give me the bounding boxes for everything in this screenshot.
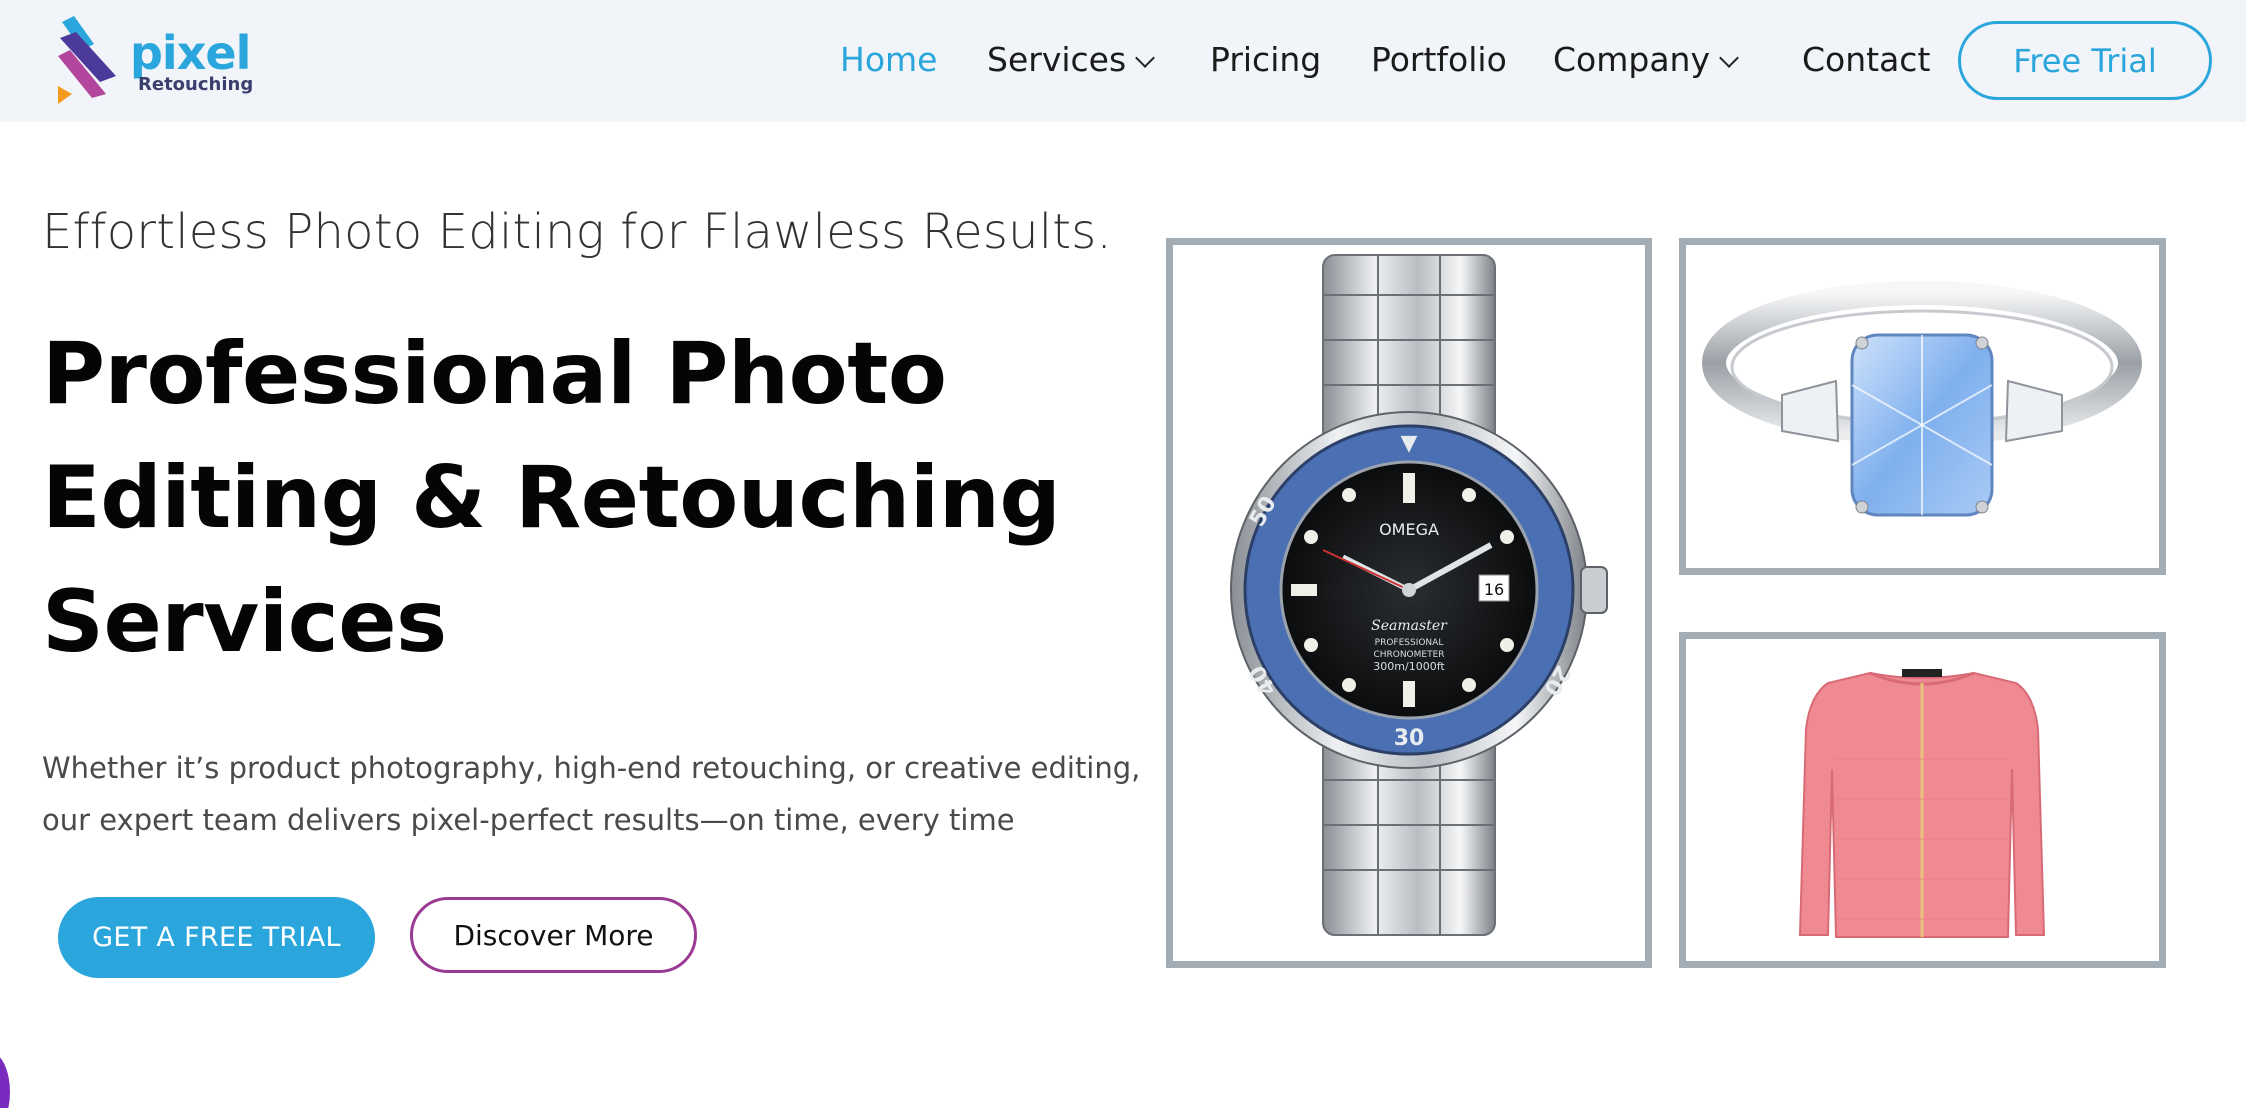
- gallery-ring-frame[interactable]: [1679, 238, 2166, 575]
- svg-text:300m/1000ft: 300m/1000ft: [1373, 660, 1445, 673]
- site-header: pixel Retouching Home Services Pricing P…: [0, 0, 2246, 122]
- svg-text:CHRONOMETER: CHRONOMETER: [1373, 650, 1444, 660]
- logo-wordmark: pixel: [130, 26, 251, 80]
- svg-text:▼: ▼: [1401, 431, 1418, 456]
- logo-mark-icon: [58, 16, 116, 104]
- headline-line-1: Professional Photo: [42, 324, 947, 424]
- nav-company-label: Company: [1553, 40, 1710, 79]
- nav-services[interactable]: Services: [987, 38, 1156, 82]
- description-line-2: our expert team delivers pixel-perfect r…: [42, 803, 1015, 837]
- hero-description: Whether it’s product photography, high-e…: [42, 742, 1142, 846]
- svg-text:30: 30: [1394, 726, 1425, 751]
- logo-subtitle: Retouching: [138, 74, 254, 95]
- headline-line-2: Editing & Retouching: [42, 448, 1061, 548]
- chevron-down-icon: [1719, 48, 1739, 68]
- chevron-down-icon: [1135, 48, 1156, 68]
- svg-text:Seamaster: Seamaster: [1371, 618, 1448, 634]
- nav-pricing[interactable]: Pricing: [1210, 38, 1321, 82]
- gallery-watch-frame[interactable]: ▼ 30 50 40 20 16 OMEGA Seamaster PROFESS…: [1166, 238, 1652, 968]
- nav-portfolio[interactable]: Portfolio: [1371, 38, 1507, 82]
- get-free-trial-button[interactable]: GET A FREE TRIAL: [58, 897, 375, 978]
- nav-home[interactable]: Home: [840, 38, 937, 82]
- description-line-1: Whether it’s product photography, high-e…: [42, 751, 1141, 785]
- svg-text:PROFESSIONAL: PROFESSIONAL: [1375, 638, 1444, 648]
- nav-services-label: Services: [987, 40, 1127, 79]
- hero-tagline: Effortless Photo Editing for Flawless Re…: [42, 204, 1112, 260]
- brand-logo[interactable]: pixel Retouching: [56, 16, 256, 106]
- svg-text:16: 16: [1484, 580, 1504, 599]
- headline-line-3: Services: [42, 572, 447, 672]
- nav-company[interactable]: Company: [1553, 38, 1739, 82]
- svg-text:OMEGA: OMEGA: [1379, 520, 1439, 539]
- free-trial-button[interactable]: Free Trial: [1958, 21, 2212, 100]
- chat-widget-edge[interactable]: [0, 1052, 10, 1108]
- watch-product-image: ▼ 30 50 40 20 16 OMEGA Seamaster PROFESS…: [1230, 254, 1608, 936]
- hero-headline: Professional Photo Editing & Retouching …: [42, 312, 1102, 684]
- ring-product-image: [1702, 281, 2142, 517]
- gallery-sweater-frame[interactable]: [1679, 632, 2166, 968]
- nav-contact[interactable]: Contact: [1802, 38, 1930, 82]
- discover-more-button[interactable]: Discover More: [410, 897, 697, 973]
- sweater-product-image: [1798, 669, 2046, 938]
